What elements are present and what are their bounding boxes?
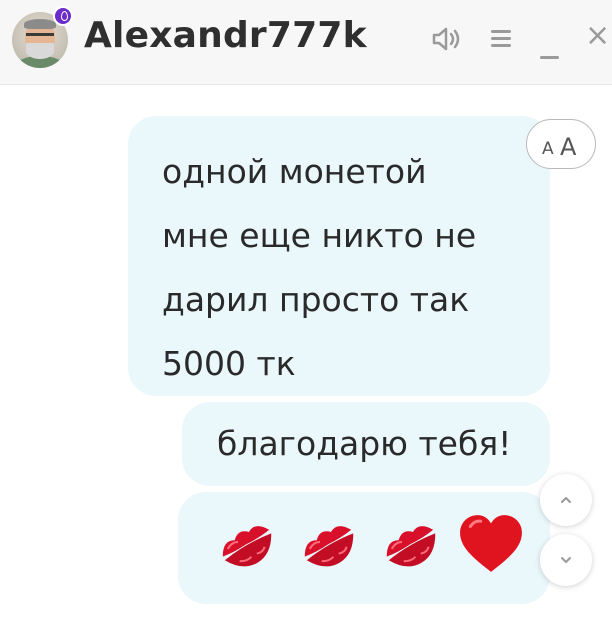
red-heart-icon [460,515,522,572]
avatar-beard [26,43,54,59]
kiss-mark-icon [386,526,436,567]
font-size-big-label: A [560,133,577,161]
chevron-down-icon [561,557,571,563]
kiss-mark-icon [304,526,354,567]
message-bubble[interactable]: одной монетой мне еще никто не дарил про… [128,116,550,396]
avatar-hair [24,19,56,29]
kiss-mark-icon [222,526,272,567]
message-text: благодарю тебя! [217,424,512,463]
close-icon[interactable]: × [585,18,610,53]
minimize-icon[interactable] [540,56,559,59]
message-bubble[interactable]: благодарю тебя! [182,402,550,486]
chat-header: Alexandr777k × [0,0,612,85]
message-text: одной монетой мне еще никто не дарил про… [162,152,477,383]
font-size-button[interactable]: A A [526,119,596,169]
message-bubble[interactable] [178,492,550,604]
chat-username[interactable]: Alexandr777k [84,15,367,56]
font-size-small-label: A [542,139,554,159]
speaker-icon[interactable] [430,24,466,54]
chat-window: Alexandr777k × одной монетой мне еще ник… [0,0,612,617]
scroll-down-button[interactable] [540,534,592,586]
scroll-up-button[interactable] [540,474,592,526]
chevron-up-icon [561,497,571,503]
drop-icon [53,6,73,26]
hamburger-menu-icon[interactable] [491,28,513,48]
